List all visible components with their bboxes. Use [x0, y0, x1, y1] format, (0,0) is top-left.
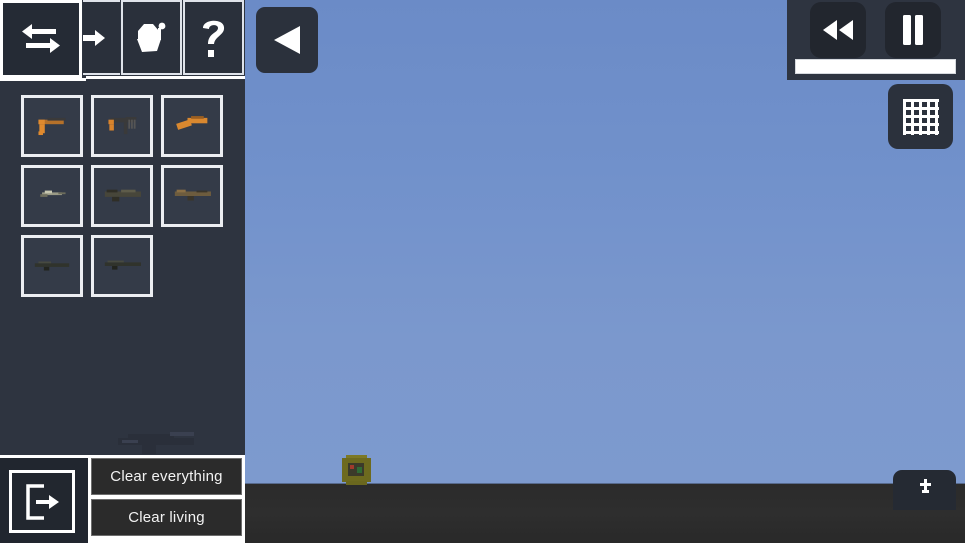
- paint-bucket-icon: [137, 22, 166, 52]
- tab-underline-left: [0, 78, 86, 81]
- clear-buttons-group: Clear everything Clear living: [88, 455, 245, 543]
- triangle-left-icon: [274, 26, 300, 54]
- exit-door-icon: [26, 483, 59, 520]
- tab-underline-right: [86, 76, 245, 79]
- battle-rifle-sprite: [174, 189, 211, 201]
- playback-progress-bar[interactable]: [795, 59, 956, 74]
- crate-entity[interactable]: [340, 455, 373, 485]
- grid-toggle-button[interactable]: [888, 84, 953, 149]
- inventory-slot-3[interactable]: [21, 165, 83, 227]
- assault-rifle-sprite: [104, 189, 141, 202]
- tab-swap[interactable]: [0, 0, 82, 78]
- marksman-sprite: [104, 260, 141, 270]
- arrow-right-icon: [83, 29, 105, 46]
- entity-pixel-red: [350, 465, 354, 469]
- tool-panel: [0, 0, 245, 455]
- exit-button[interactable]: [9, 470, 75, 533]
- inventory-slot-6[interactable]: [21, 235, 83, 297]
- anchor-button[interactable]: [893, 470, 956, 510]
- inventory-slot-0[interactable]: [21, 95, 83, 157]
- playback-progress-fill: [796, 60, 955, 73]
- back-button[interactable]: [256, 7, 318, 73]
- inventory-slot-5[interactable]: [161, 165, 223, 227]
- rewind-button[interactable]: [810, 2, 866, 58]
- sawed-off-sprite: [176, 116, 208, 130]
- question-mark-icon: [203, 20, 225, 57]
- pause-button[interactable]: [885, 2, 941, 58]
- playback-buttons: [787, 2, 965, 58]
- entity-pixel-green: [357, 467, 362, 473]
- smg-sprite: [108, 116, 137, 135]
- app-root: Clear everything Clear living: [0, 0, 965, 543]
- entity-bottom: [346, 481, 367, 485]
- anchor-icon: [919, 479, 931, 493]
- rewind-icon: [823, 20, 853, 40]
- weapon-inventory-grid: [21, 95, 231, 305]
- playback-toolbar: [787, 0, 965, 80]
- tool-tabs: [0, 0, 245, 78]
- clear-everything-button[interactable]: Clear everything: [91, 458, 242, 495]
- swap-arrows-icon: [22, 24, 60, 53]
- inventory-slot-7[interactable]: [91, 235, 153, 297]
- inventory-slot-4[interactable]: [91, 165, 153, 227]
- sniper-sprite: [34, 261, 70, 271]
- carbine-sprite: [40, 190, 66, 197]
- tab-spawn[interactable]: [83, 0, 120, 75]
- grid-icon: [902, 98, 939, 135]
- tab-help[interactable]: [182, 0, 245, 75]
- pistol-sprite: [38, 117, 66, 136]
- pause-icon: [903, 15, 923, 45]
- inventory-slot-2[interactable]: [161, 95, 223, 157]
- clear-living-button[interactable]: Clear living: [91, 499, 242, 536]
- tab-paint[interactable]: [120, 0, 182, 75]
- inventory-slot-1[interactable]: [91, 95, 153, 157]
